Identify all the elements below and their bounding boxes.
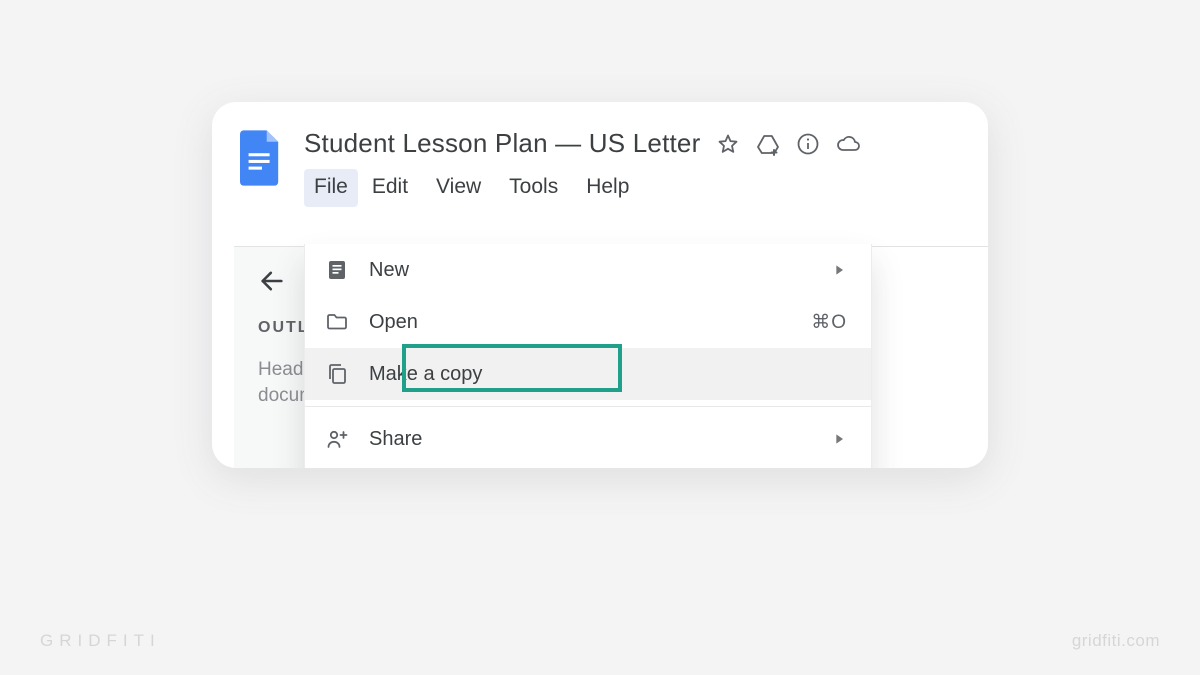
- drive-add-icon[interactable]: [756, 132, 780, 156]
- file-dropdown: New Open ⌘O Make a copy: [304, 244, 872, 468]
- menu-item-label: New: [369, 259, 831, 282]
- document-icon: [325, 258, 349, 282]
- app-window: Student Lesson Plan — US Letter: [212, 102, 988, 468]
- folder-icon: [325, 310, 349, 334]
- menubar: File Edit View Tools Help: [304, 169, 958, 207]
- watermark-left: GRIDFITI: [40, 631, 161, 651]
- share-icon: [325, 427, 349, 451]
- menu-item-share[interactable]: Share: [305, 413, 871, 465]
- google-docs-icon: [240, 130, 282, 186]
- menu-item-open[interactable]: Open ⌘O: [305, 296, 871, 348]
- menu-view[interactable]: View: [422, 169, 495, 207]
- menu-item-new[interactable]: New: [305, 244, 871, 296]
- menu-file[interactable]: File: [304, 169, 358, 207]
- cloud-saved-icon[interactable]: [836, 132, 860, 156]
- menu-item-make-a-copy[interactable]: Make a copy: [305, 348, 871, 400]
- menu-separator: [305, 406, 871, 407]
- menu-item-email[interactable]: Email: [305, 465, 871, 468]
- menu-help[interactable]: Help: [572, 169, 643, 207]
- menu-item-label: Make a copy: [369, 363, 847, 386]
- document-title[interactable]: Student Lesson Plan — US Letter: [304, 128, 700, 159]
- copy-icon: [325, 362, 349, 386]
- watermark-right: gridfiti.com: [1072, 631, 1160, 651]
- menu-tools[interactable]: Tools: [495, 169, 572, 207]
- menu-item-label: Share: [369, 428, 831, 451]
- header: Student Lesson Plan — US Letter: [212, 102, 988, 207]
- chevron-right-icon: [831, 262, 847, 278]
- title-row: Student Lesson Plan — US Letter: [304, 128, 958, 159]
- keyboard-shortcut: ⌘O: [811, 311, 847, 334]
- star-icon[interactable]: [716, 132, 740, 156]
- menu-edit[interactable]: Edit: [358, 169, 422, 207]
- menu-item-label: Open: [369, 311, 811, 334]
- info-icon[interactable]: [796, 132, 820, 156]
- chevron-right-icon: [831, 431, 847, 447]
